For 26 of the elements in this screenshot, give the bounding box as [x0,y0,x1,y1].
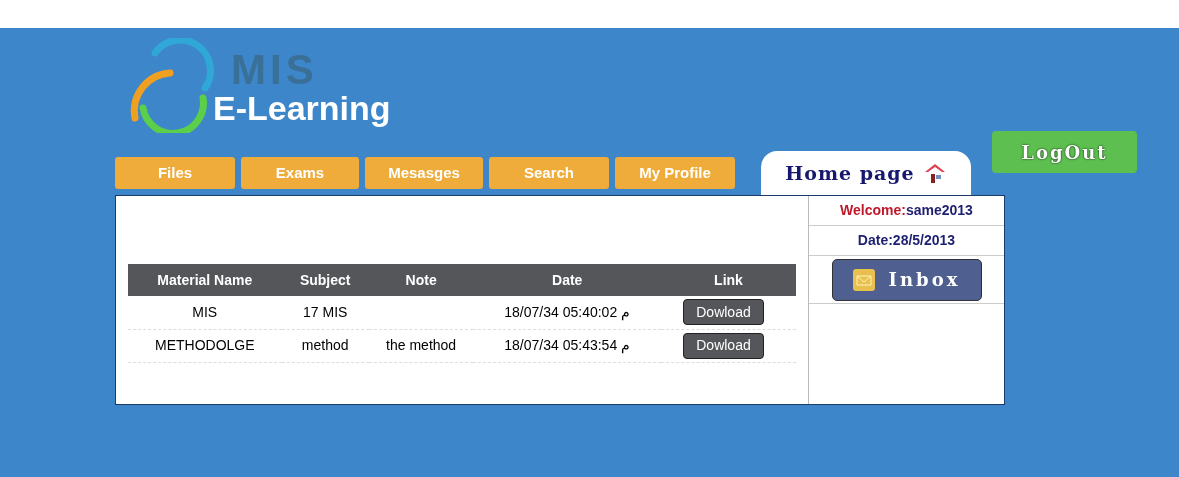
logo-title: E-Learning [213,91,391,125]
table-cell: 17 MIS [281,296,369,329]
inbox-button[interactable]: Inbox [831,258,982,301]
table-cell: the method [368,329,474,362]
nav-tab[interactable]: Mesasges [365,157,483,189]
table-cell: 18/07/34 05:40:02 م [473,296,661,329]
home-tab[interactable]: Home page [761,151,971,195]
column-header: Date [473,264,661,296]
table-cell: method [281,329,369,362]
column-header: Link [661,264,796,296]
column-header: Material Name [128,264,282,296]
column-header: Note [368,264,474,296]
download-button[interactable]: Dowload [683,299,764,326]
table-cell: MIS [128,296,282,329]
nav-tab[interactable]: My Profile [615,157,735,189]
nav-tab[interactable]: Search [489,157,609,189]
table-cell: 18/07/34 05:43:54 م [473,329,661,362]
table-cell: METHODOLGE [128,329,282,362]
nav-tab[interactable]: Exams [241,157,359,189]
logout-button[interactable]: LogOut [992,131,1137,173]
date-text: Date:28/5/2013 [857,231,956,250]
welcome-text: Welcome:same2013 [840,201,973,220]
mail-icon [852,268,875,291]
download-button[interactable]: Dowload [683,332,764,359]
column-header: Subject [281,264,369,296]
nav-tab[interactable]: Files [115,157,235,189]
